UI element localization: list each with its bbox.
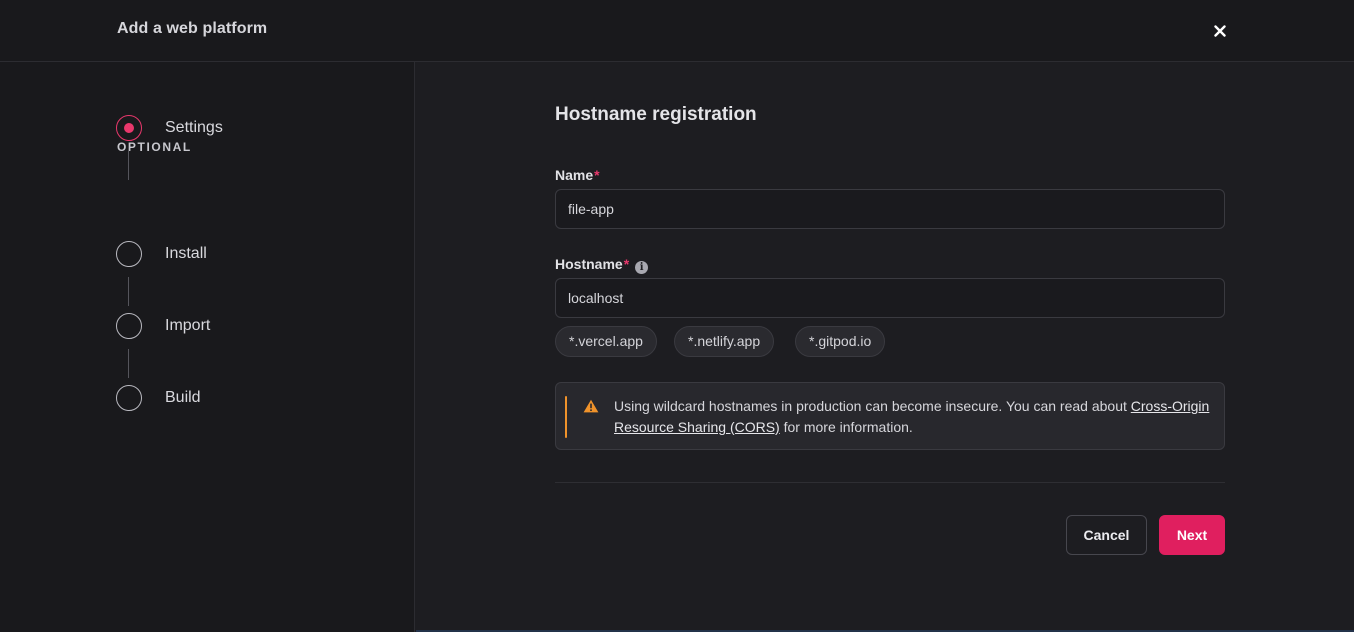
hostname-suggestion-chip[interactable]: *.gitpod.io: [795, 326, 886, 357]
alert-text-after: for more information.: [779, 419, 913, 435]
warning-icon: [583, 399, 599, 413]
hostname-suggestion-chip[interactable]: *.netlify.app: [674, 326, 775, 357]
step-connector: [128, 151, 129, 180]
step-import-indicator: [116, 313, 142, 339]
hostname-suggestion-chip[interactable]: *.vercel.app: [555, 326, 657, 357]
step-settings-label[interactable]: Settings: [165, 119, 223, 137]
wildcard-warning-alert: Using wildcard hostnames in production c…: [555, 382, 1225, 450]
cancel-button[interactable]: Cancel: [1066, 515, 1147, 555]
name-field-label: Name*: [555, 167, 600, 183]
optional-heading: OPTIONAL: [117, 140, 192, 154]
hostname-label-text: Hostname: [555, 256, 623, 272]
modal-title: Add a web platform: [117, 20, 268, 37]
footer-divider: [555, 482, 1225, 483]
hostname-field-label: Hostname* i: [555, 256, 649, 274]
step-import-label[interactable]: Import: [165, 317, 210, 335]
alert-message: Using wildcard hostnames in production c…: [614, 396, 1216, 438]
step-connector: [128, 349, 129, 378]
step-connector: [128, 277, 129, 306]
next-button[interactable]: Next: [1159, 515, 1225, 555]
modal-header: Add a web platform: [0, 0, 1354, 62]
section-title: Hostname registration: [555, 104, 757, 125]
steps-sidebar: [0, 62, 415, 632]
required-mark: *: [623, 256, 630, 272]
close-icon: [1214, 25, 1226, 37]
close-button[interactable]: [1208, 19, 1232, 43]
step-settings-indicator: [116, 115, 142, 141]
step-build-label[interactable]: Build: [165, 389, 201, 407]
alert-accent-bar: [565, 396, 567, 438]
step-install-indicator: [116, 241, 142, 267]
name-label-text: Name: [555, 167, 594, 183]
step-build-indicator: [116, 385, 142, 411]
hostname-input[interactable]: [555, 278, 1225, 318]
info-icon[interactable]: i: [635, 261, 649, 274]
required-mark: *: [594, 167, 600, 183]
name-input[interactable]: [555, 189, 1225, 229]
add-platform-modal: Add a web platform Settings OPTIONAL Ins…: [0, 0, 1354, 632]
step-install-label[interactable]: Install: [165, 245, 207, 263]
alert-text-before: Using wildcard hostnames in production c…: [614, 398, 1131, 414]
